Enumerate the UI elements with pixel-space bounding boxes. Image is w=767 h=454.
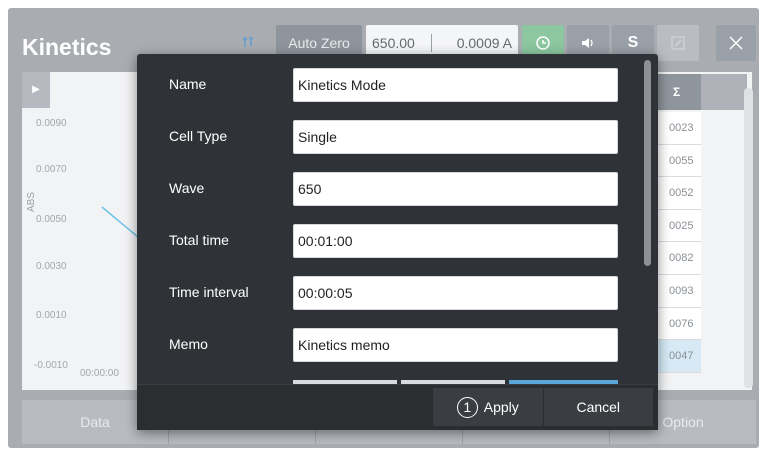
dialog-scrollbar[interactable] <box>644 60 651 266</box>
cancel-button[interactable]: Cancel <box>543 388 653 426</box>
step-number-badge: 1 <box>456 396 478 418</box>
speaker-icon <box>582 38 593 48</box>
readout-divider <box>431 34 432 52</box>
apply-button[interactable]: 1 Apply <box>433 388 544 426</box>
sigma-cell[interactable]: 0082 <box>655 242 701 275</box>
close-button[interactable] <box>716 25 756 61</box>
sigma-cell[interactable]: 0025 <box>655 209 701 243</box>
form-row-total-time: Total time <box>137 224 642 258</box>
wave-input[interactable] <box>293 172 618 206</box>
clock-icon <box>536 36 550 50</box>
sigma-column-header[interactable]: Σ <box>655 74 701 110</box>
table-header-extension <box>701 74 747 110</box>
form-row-memo: Memo <box>137 328 642 362</box>
kinetics-plot-line <box>101 206 139 238</box>
wave-label: Wave <box>169 180 205 196</box>
memo-label: Memo <box>169 336 208 352</box>
edit-button[interactable] <box>657 25 699 61</box>
sigma-cell[interactable]: 0055 <box>655 144 701 178</box>
total-time-label: Total time <box>169 232 229 248</box>
table-scrollbar[interactable] <box>744 88 753 388</box>
sigma-cell[interactable]: 0052 <box>655 177 701 210</box>
time-interval-input[interactable] <box>293 276 618 310</box>
sigma-cell[interactable]: 0023 <box>655 112 701 145</box>
form-row-time-interval: Time interval <box>137 276 642 310</box>
cell-type-input[interactable] <box>293 120 618 154</box>
app-title: Kinetics <box>22 34 112 60</box>
name-label: Name <box>169 76 207 92</box>
form-row-cell-type: Cell Type <box>137 120 642 154</box>
form-row-name: Name <box>137 68 642 102</box>
dialog-button-group: 1 Apply Cancel <box>433 388 653 426</box>
sigma-cell[interactable]: 0093 <box>655 274 701 308</box>
apply-label: Apply <box>483 399 519 415</box>
sigma-cell[interactable]: 0047 <box>655 340 701 373</box>
kinetics-settings-dialog: Name Cell Type Wave Total time Time inte… <box>137 54 658 430</box>
time-interval-label: Time interval <box>169 284 249 300</box>
usb-icon <box>241 35 265 49</box>
total-time-input[interactable] <box>293 224 618 258</box>
cell-type-label: Cell Type <box>169 128 228 144</box>
sigma-column: 0023 0055 0052 0025 0082 0093 0076 0047 <box>655 112 701 373</box>
edit-icon <box>671 36 685 50</box>
device-screen: Kinetics Auto Zero 650.00 0.0009 A S ▶ A… <box>8 8 759 448</box>
form-row-wave: Wave <box>137 172 642 206</box>
sigma-cell[interactable]: 0076 <box>655 307 701 341</box>
close-icon <box>729 36 743 50</box>
memo-input[interactable] <box>293 328 618 362</box>
name-input[interactable] <box>293 68 618 102</box>
